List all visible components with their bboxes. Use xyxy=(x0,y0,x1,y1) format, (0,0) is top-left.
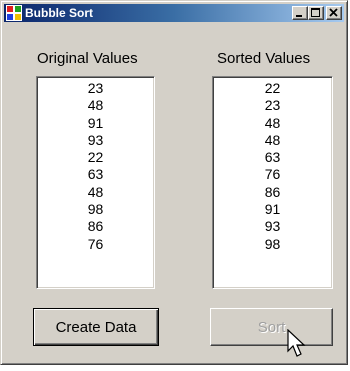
list-item[interactable]: 48 xyxy=(213,132,332,149)
list-item[interactable]: 76 xyxy=(37,236,154,253)
original-values-listbox[interactable]: 23 48 91 93 22 63 48 98 86 76 xyxy=(36,76,155,289)
sorted-values-listbox[interactable]: 22 23 48 48 63 76 86 91 93 98 xyxy=(212,76,333,289)
arrow-cursor-icon xyxy=(287,329,306,357)
bubble-sort-window: Bubble Sort Original Values Sorted Value… xyxy=(0,0,348,365)
maximize-icon xyxy=(311,8,320,17)
list-item[interactable]: 48 xyxy=(37,97,154,114)
title-bar[interactable]: Bubble Sort xyxy=(4,4,344,22)
list-item[interactable]: 76 xyxy=(213,166,332,183)
list-item[interactable]: 91 xyxy=(213,201,332,218)
list-item[interactable]: 93 xyxy=(213,218,332,235)
list-item[interactable]: 22 xyxy=(213,80,332,97)
sorted-values-label: Sorted Values xyxy=(217,50,311,67)
list-item[interactable]: 48 xyxy=(37,184,154,201)
list-item[interactable]: 86 xyxy=(37,218,154,235)
list-item[interactable]: 98 xyxy=(213,236,332,253)
create-data-button[interactable]: Create Data xyxy=(33,308,159,346)
original-values-label: Original Values xyxy=(37,50,138,67)
list-item[interactable]: 63 xyxy=(37,166,154,183)
list-item[interactable]: 22 xyxy=(37,149,154,166)
sort-button[interactable]: Sort xyxy=(210,308,333,346)
windows-app-icon xyxy=(6,5,22,21)
maximize-button[interactable] xyxy=(308,6,324,20)
list-item[interactable]: 63 xyxy=(213,149,332,166)
minimize-button[interactable] xyxy=(292,6,308,20)
close-icon xyxy=(329,8,338,17)
list-item[interactable]: 86 xyxy=(213,184,332,201)
window-title: Bubble Sort xyxy=(25,6,93,20)
minimize-icon xyxy=(296,15,302,17)
list-item[interactable]: 48 xyxy=(213,115,332,132)
list-item[interactable]: 98 xyxy=(37,201,154,218)
close-button[interactable] xyxy=(326,6,342,20)
list-item[interactable]: 23 xyxy=(37,80,154,97)
list-item[interactable]: 91 xyxy=(37,115,154,132)
list-item[interactable]: 23 xyxy=(213,97,332,114)
list-item[interactable]: 93 xyxy=(37,132,154,149)
